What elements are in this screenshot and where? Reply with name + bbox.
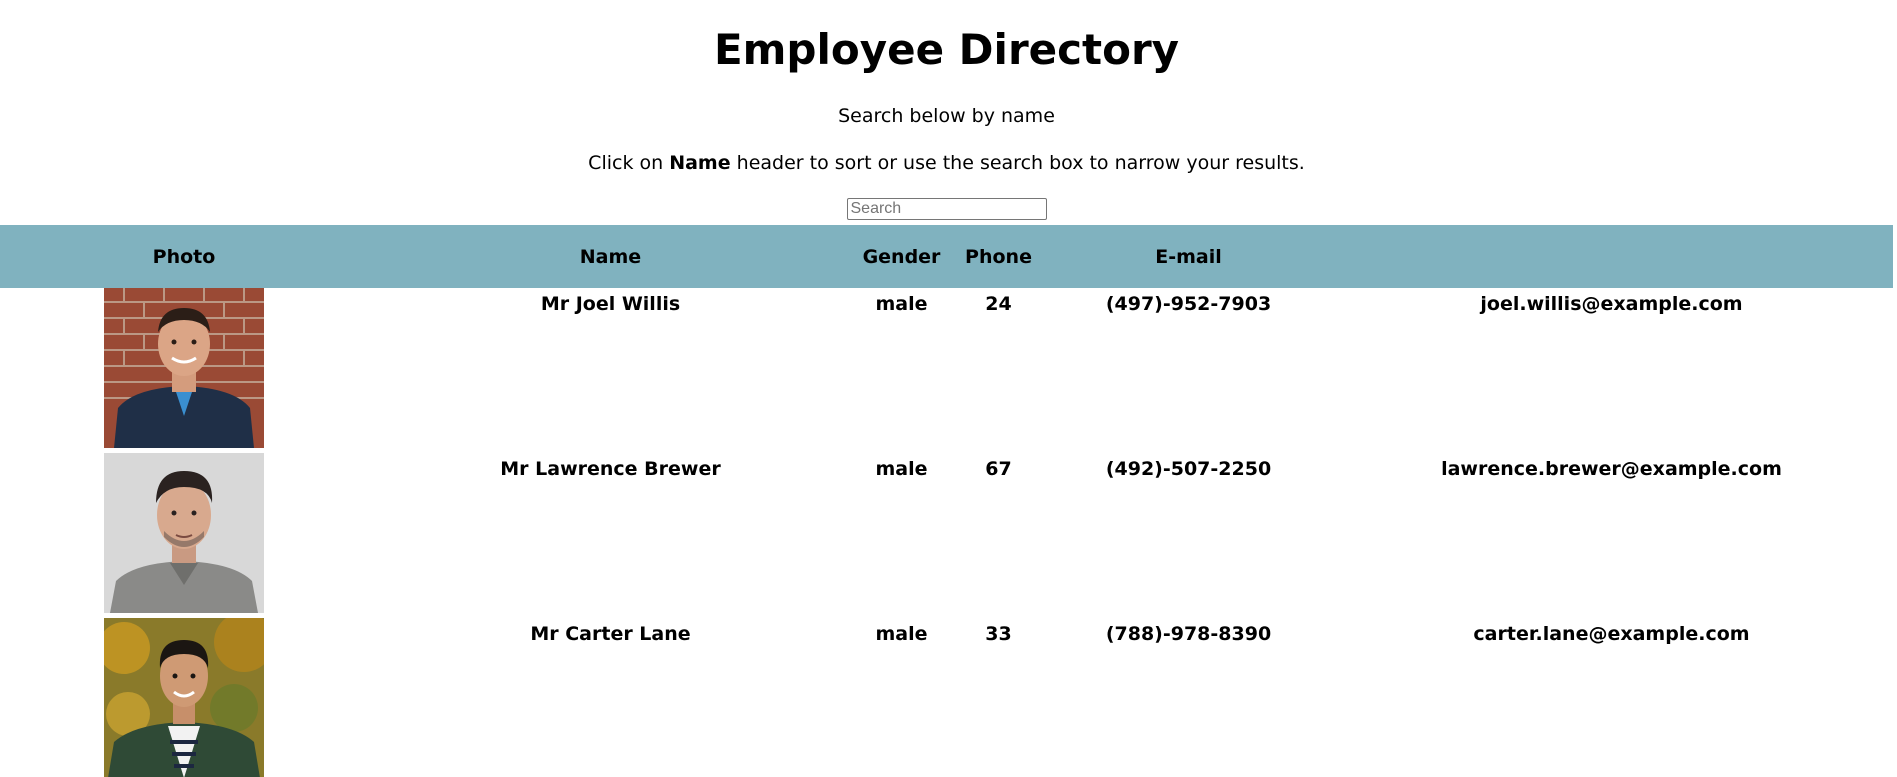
column-header-name[interactable]: Name [368,225,853,288]
employee-gender: male [875,458,928,480]
employee-age: 33 [985,623,1012,645]
page-subtitle: Search below by name [838,105,1055,127]
table-header: Photo Name Gender Phone E-mail [0,225,1893,288]
column-header-photo: Photo [152,245,216,268]
employee-name: Mr Lawrence Brewer [500,458,721,480]
employee-name: Mr Joel Willis [540,293,681,315]
employee-phone: (497)-952-7903 [1105,293,1272,315]
table-header-row: Photo Name Gender Phone E-mail [0,225,1893,288]
employee-email: carter.lane@example.com [1473,623,1750,645]
column-header-empty [1330,225,1893,288]
employee-gender: male [875,623,928,645]
photo-cell [0,453,368,618]
employee-photo [104,453,264,613]
employee-gender: male [875,293,928,315]
instructions-suffix: header to sort or use the search box to … [730,152,1305,174]
page-title: Employee Directory [713,25,1180,74]
employee-email: lawrence.brewer@example.com [1441,458,1782,480]
table-row: Mr Lawrence Brewer male 67 (492)-507-225… [0,453,1893,618]
column-header-phone: Phone [965,245,1032,268]
instructions: Click on Name header to sort or use the … [0,151,1893,175]
table-row: Mr Carter Lane male 33 (788)-978-8390 ca… [0,618,1893,777]
table-row: Mr Joel Willis male 24 (497)-952-7903 jo… [0,288,1893,453]
content: Employee Directory Search below by name … [0,0,1893,777]
employee-photo [104,618,264,777]
employee-name: Mr Carter Lane [530,623,691,645]
employee-phone: (788)-978-8390 [1105,623,1272,645]
page: Employee Directory Search below by name … [0,0,1897,777]
column-header-email: E-mail [1155,245,1222,268]
employee-email: joel.willis@example.com [1480,293,1743,315]
employee-photo [104,288,264,448]
employee-age: 24 [985,293,1012,315]
employee-table: Photo Name Gender Phone E-mail Mr Joel W… [0,225,1893,777]
employee-age: 67 [985,458,1012,480]
photo-cell [0,288,368,453]
instructions-emphasis: Name [669,152,731,174]
employee-phone: (492)-507-2250 [1105,458,1272,480]
search-container [0,198,1893,220]
search-input[interactable] [846,198,1047,220]
column-header-gender: Gender [862,245,941,268]
table-body: Mr Joel Willis male 24 (497)-952-7903 jo… [0,288,1893,777]
photo-cell [0,618,368,777]
instructions-prefix: Click on [588,152,670,174]
